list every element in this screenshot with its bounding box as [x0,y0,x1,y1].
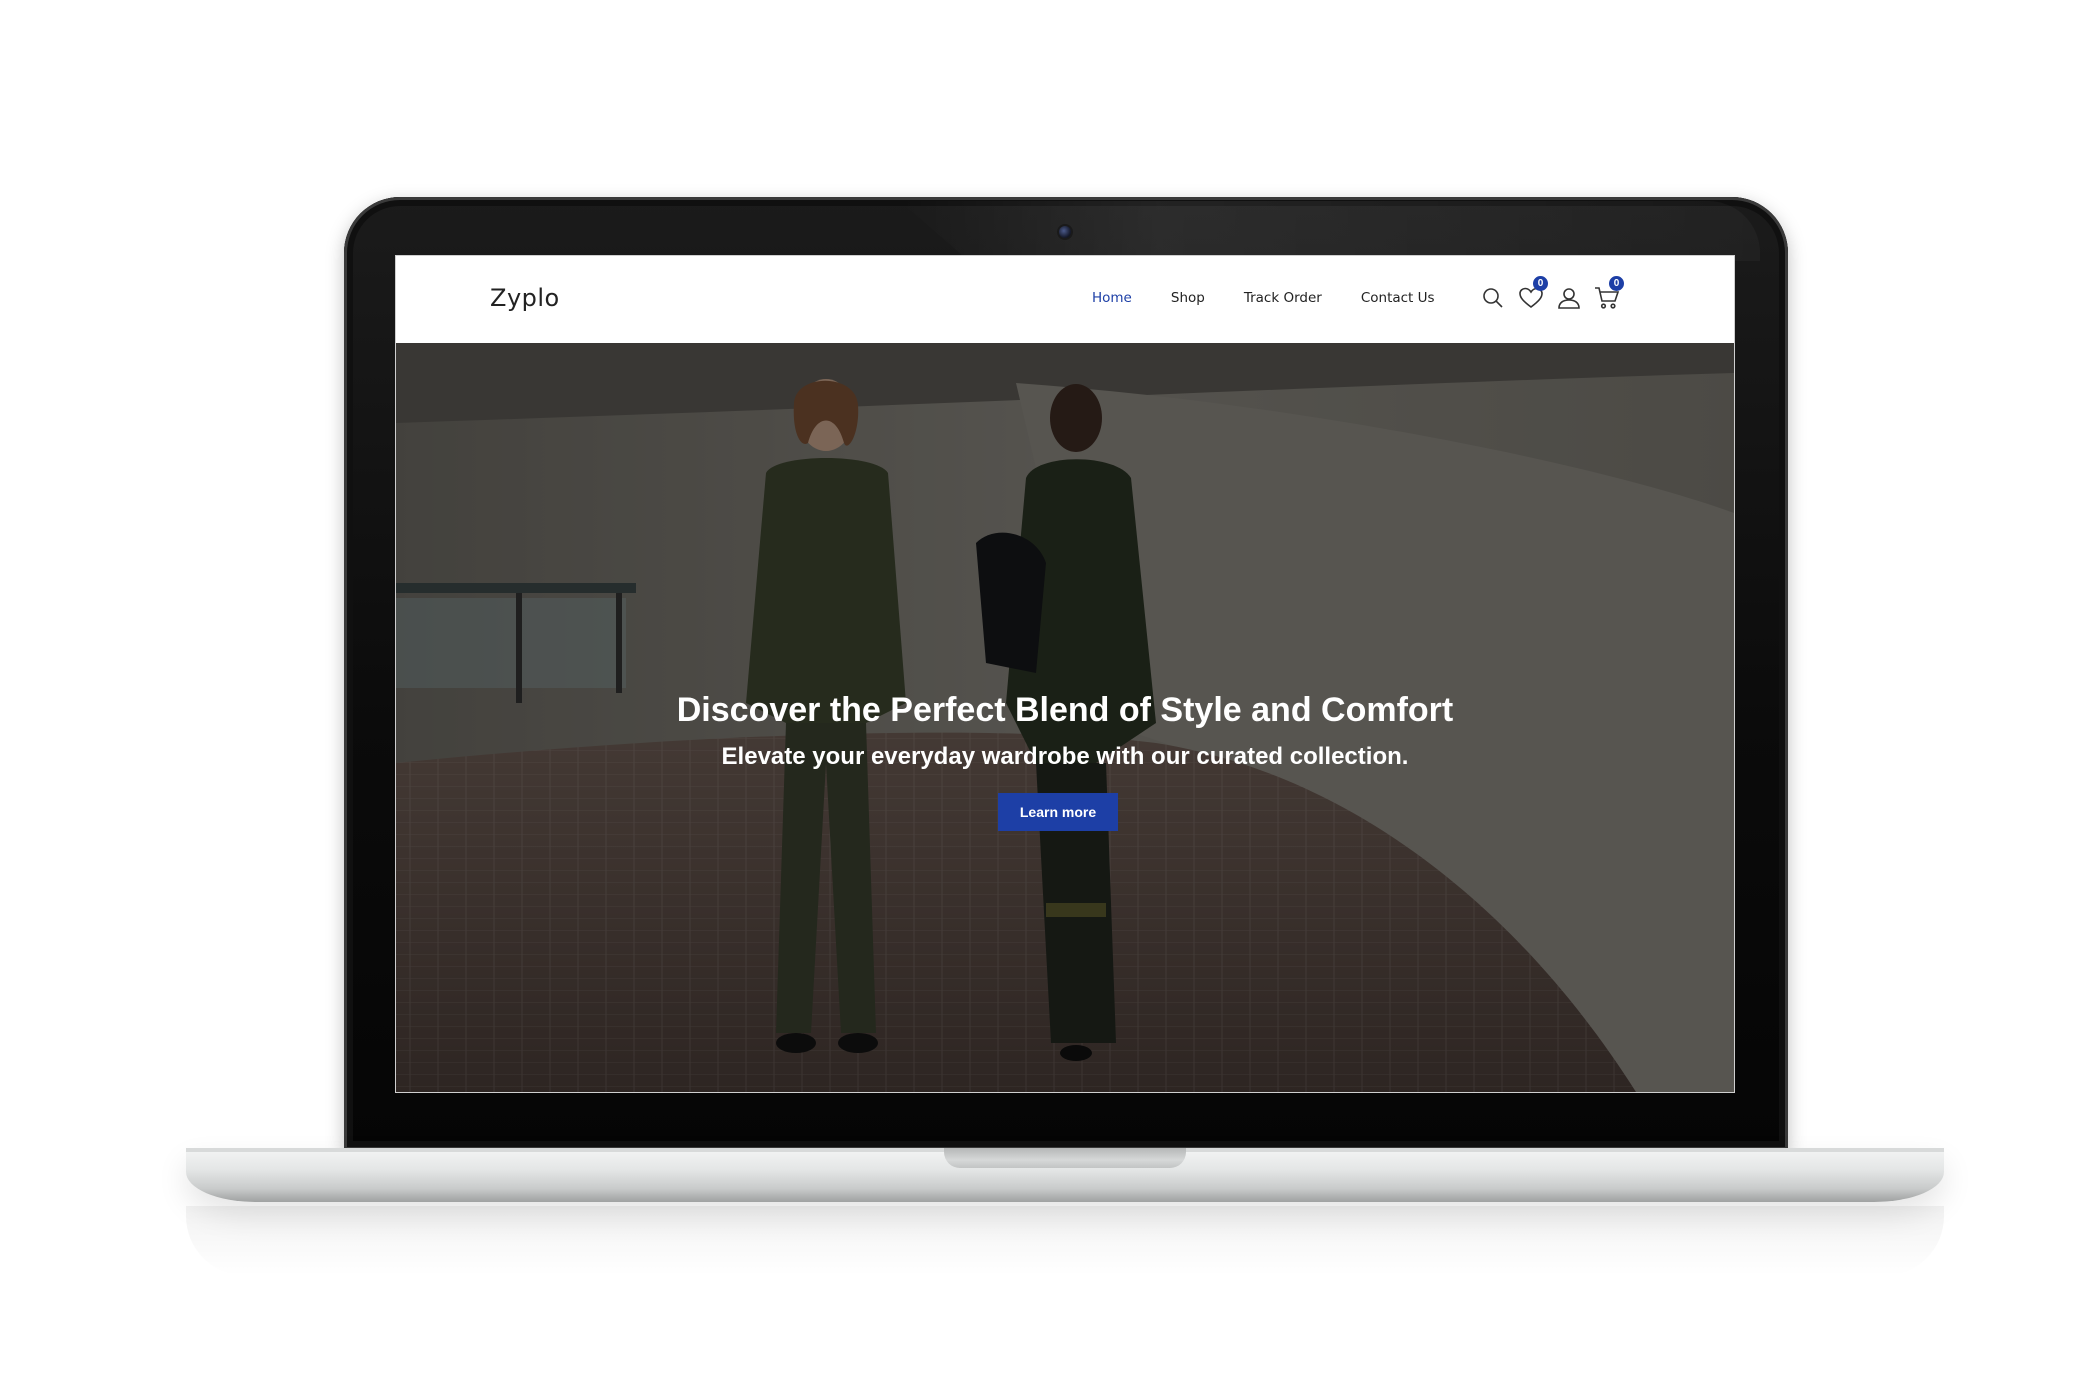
laptop-screen: Zyplo Home Shop Track Order Contact Us 0 [395,255,1735,1093]
site-logo[interactable]: Zyplo [490,284,560,312]
nav-link-home[interactable]: Home [1092,290,1132,306]
lid-shine [900,201,1760,261]
learn-more-button[interactable]: Learn more [998,793,1118,831]
nav-link-contact-us[interactable]: Contact Us [1361,290,1435,306]
user-icon [1558,288,1580,309]
nav-link-track-order[interactable]: Track Order [1244,290,1322,306]
laptop-hinge-notch [944,1148,1186,1168]
wishlist-button[interactable]: 0 [1512,276,1550,312]
wishlist-count-badge: 0 [1533,276,1548,291]
hero-banner: Discover the Perfect Blend of Style and … [396,343,1734,1092]
search-button[interactable] [1474,284,1512,312]
cart-button[interactable]: 0 [1588,276,1626,312]
search-icon [1483,288,1503,308]
cart-count-badge: 0 [1609,276,1624,291]
header-icons: 0 0 [1474,276,1626,312]
hero-title: Discover the Perfect Blend of Style and … [676,691,1454,729]
nav-link-shop[interactable]: Shop [1171,290,1205,306]
hero-subtitle: Elevate your everyday wardrobe with our … [721,743,1409,770]
laptop-base-shadow [186,1206,1944,1276]
main-nav: Home Shop Track Order Contact Us [1092,290,1435,306]
webcam-icon [1059,226,1071,238]
site-header: Zyplo Home Shop Track Order Contact Us 0 [396,256,1734,343]
account-button[interactable] [1550,284,1588,312]
